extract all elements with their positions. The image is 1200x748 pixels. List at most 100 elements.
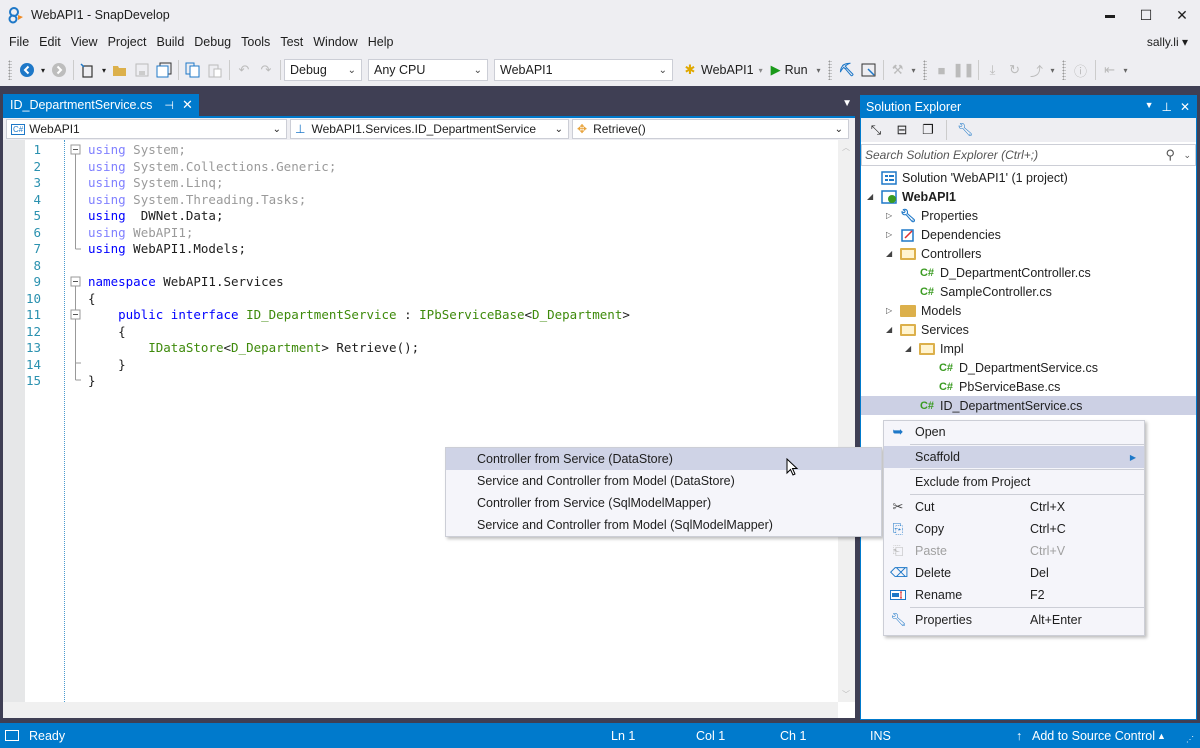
tree-item[interactable]: ▷ Dependencies bbox=[861, 225, 1196, 244]
scroll-up-icon[interactable]: ︿ bbox=[842, 142, 850, 153]
menu-project[interactable]: Project bbox=[103, 30, 152, 54]
toolbar-overflow-icon[interactable]: ▾ bbox=[1048, 59, 1058, 81]
collapse-arrow-icon[interactable]: ◢ bbox=[886, 249, 892, 258]
scaffold-submenu-item[interactable]: Controller from Service (DataStore) bbox=[446, 448, 881, 470]
context-menu-item-cut[interactable]: ✂ Cut Ctrl+X bbox=[884, 496, 1144, 518]
collapse-all-icon[interactable]: ⊟ bbox=[891, 119, 913, 141]
menu-tools[interactable]: Tools bbox=[236, 30, 275, 54]
scaffold-submenu-item[interactable]: Controller from Service (SqlModelMapper) bbox=[446, 492, 881, 514]
copy-icon[interactable] bbox=[182, 59, 204, 81]
close-button[interactable]: ✕ bbox=[1164, 0, 1200, 30]
tree-item[interactable]: ◢ Impl bbox=[861, 339, 1196, 358]
document-tab[interactable]: ID_DepartmentService.cs ⊣ ✕ bbox=[3, 94, 199, 116]
diagnostics-icon[interactable]: ⓘ bbox=[1070, 59, 1092, 81]
tree-item[interactable]: ◢ WebAPI1 bbox=[861, 187, 1196, 206]
menu-window[interactable]: Window bbox=[308, 30, 362, 54]
pause-icon[interactable]: ❚❚ bbox=[953, 59, 975, 81]
undo-icon[interactable]: ↶ bbox=[233, 59, 255, 81]
code-line[interactable]: 9 namespace WebAPI1.Services bbox=[33, 274, 630, 291]
menu-build[interactable]: Build bbox=[151, 30, 189, 54]
code-line[interactable]: 10 { bbox=[26, 291, 630, 308]
document-list-dropdown-icon[interactable]: ▼ bbox=[842, 98, 852, 109]
pin-icon[interactable]: ⊥ bbox=[1161, 100, 1171, 114]
collapse-arrow-icon[interactable]: ◢ bbox=[905, 344, 911, 353]
menu-test[interactable]: Test bbox=[275, 30, 308, 54]
build-hammer-icon[interactable]: ⛏ bbox=[836, 59, 858, 81]
sync-with-document-icon[interactable]: ⤡ bbox=[865, 119, 887, 141]
save-all-icon[interactable] bbox=[153, 59, 175, 81]
tree-item[interactable]: C# SampleController.cs bbox=[861, 282, 1196, 301]
tree-item[interactable]: ▷ Models bbox=[861, 301, 1196, 320]
back-dropdown-icon[interactable]: ▾ bbox=[38, 59, 48, 81]
outdent-icon[interactable]: ⇤ bbox=[1099, 59, 1121, 81]
context-menu-item-open[interactable]: ➥ Open bbox=[884, 421, 1144, 443]
toolbar-grip[interactable] bbox=[8, 60, 12, 80]
expand-arrow-icon[interactable]: ▷ bbox=[886, 306, 892, 315]
resize-grip-icon[interactable]: ⋰ bbox=[1186, 735, 1194, 744]
solution-configuration-select[interactable]: Debug ⌄ bbox=[284, 59, 362, 81]
context-menu-item-scaffold[interactable]: Scaffold ▶ bbox=[884, 446, 1144, 468]
pin-icon[interactable]: ⊣ bbox=[164, 99, 174, 112]
close-panel-icon[interactable]: ✕ bbox=[1180, 100, 1190, 114]
properties-wrench-icon[interactable]: 🔧︎ bbox=[954, 119, 976, 141]
code-line[interactable]: 15} bbox=[26, 373, 630, 390]
code-line[interactable]: 3 using System.Linq; bbox=[33, 175, 630, 192]
horizontal-scrollbar[interactable] bbox=[3, 702, 838, 718]
code-line[interactable]: 1 using System; bbox=[33, 142, 630, 159]
save-icon[interactable] bbox=[131, 59, 153, 81]
code-line[interactable]: 6 using WebAPI1; bbox=[33, 225, 630, 242]
debug-target-button[interactable]: WebAPI1 bbox=[701, 63, 754, 77]
expand-arrow-icon[interactable]: ▷ bbox=[886, 211, 892, 220]
toolbar-overflow-icon[interactable]: ▾ bbox=[909, 59, 919, 81]
menu-edit[interactable]: Edit bbox=[34, 30, 66, 54]
project-navigation-select[interactable]: C# WebAPI1 ⌄ bbox=[6, 119, 287, 139]
toolbar-overflow-icon[interactable]: ▾ bbox=[1121, 59, 1131, 81]
stop-icon[interactable]: ■ bbox=[931, 59, 953, 81]
new-dropdown-icon[interactable]: ▾ bbox=[99, 59, 109, 81]
new-project-icon[interactable] bbox=[77, 59, 99, 81]
step-out-icon[interactable]: ⤴ bbox=[1026, 59, 1048, 81]
solution-explorer-search[interactable]: Search Solution Explorer (Ctrl+;) ⚲ ⌄ bbox=[861, 144, 1196, 166]
collapse-arrow-icon[interactable]: ◢ bbox=[867, 192, 873, 201]
tree-item[interactable]: Solution 'WebAPI1' (1 project) bbox=[861, 168, 1196, 187]
menu-file[interactable]: File bbox=[4, 30, 34, 54]
solution-platform-select[interactable]: Any CPU ⌄ bbox=[368, 59, 488, 81]
run-button[interactable]: Run bbox=[785, 63, 808, 77]
tree-item[interactable]: ◢ Controllers bbox=[861, 244, 1196, 263]
step-over-icon[interactable]: ↻ bbox=[1004, 59, 1026, 81]
panel-menu-icon[interactable]: ▼ bbox=[1145, 100, 1154, 114]
build-window-icon[interactable] bbox=[858, 59, 880, 81]
code-line[interactable]: 2 using System.Collections.Generic; bbox=[33, 159, 630, 176]
open-folder-icon[interactable] bbox=[109, 59, 131, 81]
code-line[interactable]: 11 public interface ID_DepartmentService… bbox=[26, 307, 630, 324]
show-all-files-icon[interactable]: ❐ bbox=[917, 119, 939, 141]
scaffold-submenu-item[interactable]: Service and Controller from Model (SqlMo… bbox=[446, 514, 881, 536]
close-tab-icon[interactable]: ✕ bbox=[182, 97, 193, 113]
tree-item[interactable]: C# D_DepartmentService.cs bbox=[861, 358, 1196, 377]
user-account[interactable]: sally.li ▾ bbox=[1147, 35, 1188, 49]
collapse-arrow-icon[interactable]: ◢ bbox=[886, 325, 892, 334]
code-line[interactable]: 7 using WebAPI1.Models; bbox=[33, 241, 630, 258]
minimize-button[interactable]: ▬ bbox=[1092, 0, 1128, 30]
step-into-icon[interactable]: ⤓ bbox=[982, 59, 1004, 81]
search-options-dropdown-icon[interactable]: ⌄ bbox=[1183, 150, 1191, 161]
tree-item[interactable]: C# D_DepartmentController.cs bbox=[861, 263, 1196, 282]
toolbar-grip[interactable] bbox=[1061, 60, 1066, 80]
scaffold-submenu-item[interactable]: Service and Controller from Model (DataS… bbox=[446, 470, 881, 492]
code-line[interactable]: 12 { bbox=[26, 324, 630, 341]
add-to-source-control-button[interactable]: Add to Source Control bbox=[1032, 729, 1155, 743]
tree-item[interactable]: ◢ Services bbox=[861, 320, 1196, 339]
code-line[interactable]: 5 using DWNet.Data; bbox=[33, 208, 630, 225]
toolbar-overflow-icon[interactable]: ▾ bbox=[814, 59, 824, 81]
run-icon[interactable]: ▶ bbox=[771, 62, 781, 78]
debug-target-dropdown-icon[interactable]: ▾ bbox=[759, 66, 763, 75]
toolbar-grip[interactable] bbox=[827, 60, 832, 80]
code-text[interactable]: 1 using System; 2 using System.Collections.… bbox=[26, 142, 630, 390]
menu-view[interactable]: View bbox=[66, 30, 103, 54]
tree-item[interactable]: C# ID_DepartmentService.cs bbox=[861, 396, 1196, 415]
context-menu-item-delete[interactable]: ⌫ Delete Del bbox=[884, 562, 1144, 584]
startup-project-select[interactable]: WebAPI1 ⌄ bbox=[494, 59, 673, 81]
tree-item[interactable]: ▷ 🔧︎ Properties bbox=[861, 206, 1196, 225]
code-line[interactable]: 4 using System.Threading.Tasks; bbox=[33, 192, 630, 209]
maximize-button[interactable]: ☐ bbox=[1128, 0, 1164, 30]
